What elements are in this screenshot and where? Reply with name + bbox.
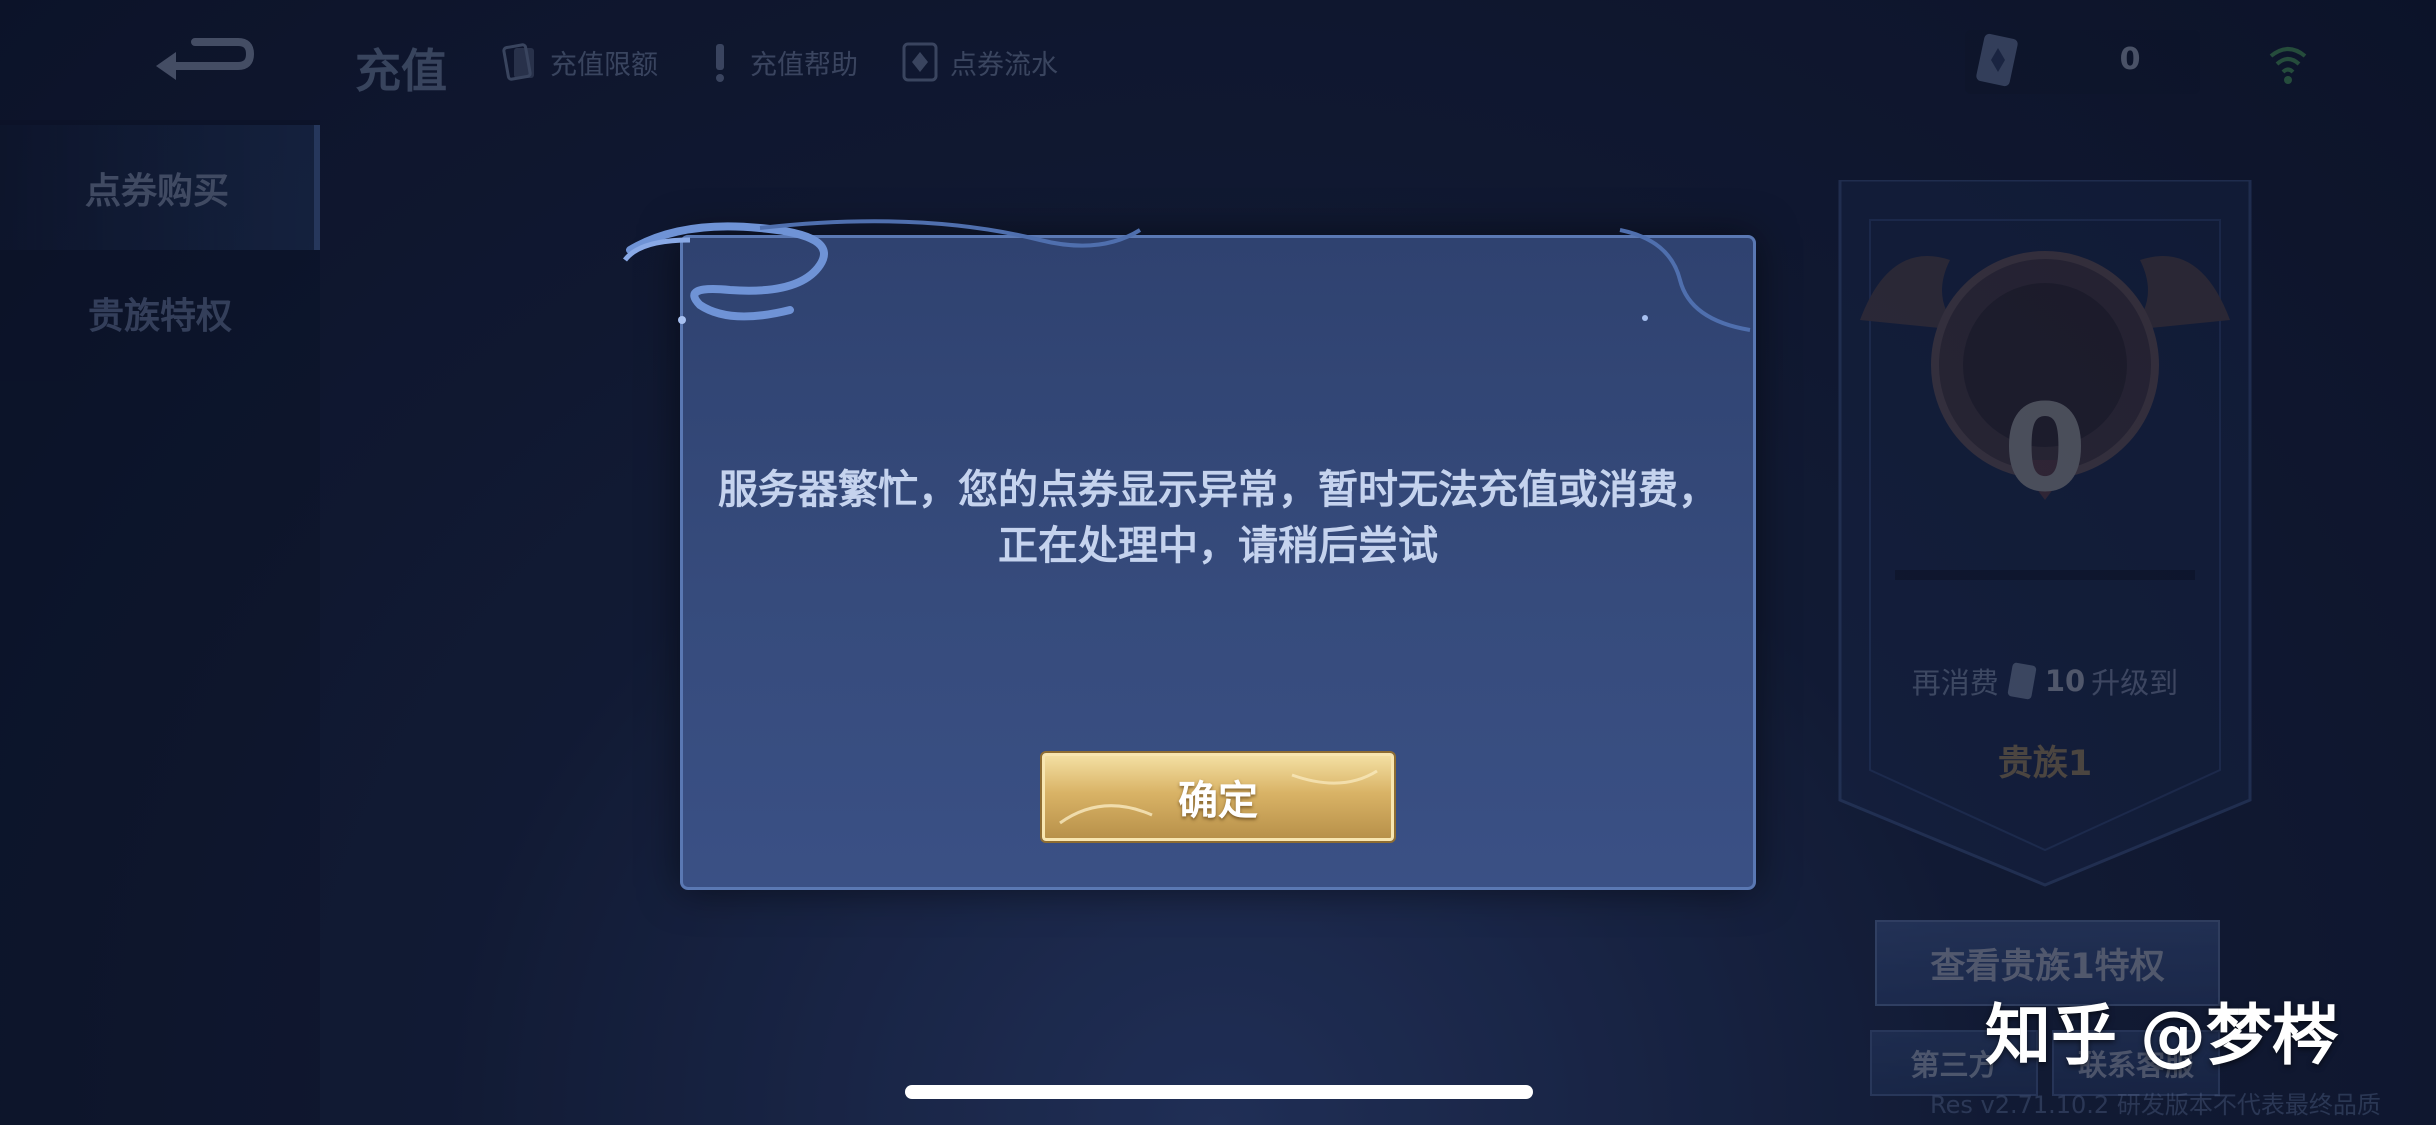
home-indicator[interactable] [905,1085,1533,1099]
watermark: 知乎 @梦梣 [1985,997,2338,1074]
confirm-button[interactable]: 确定 [1042,753,1394,841]
dialog-message: 服务器繁忙，您的点券显示异常，暂时无法充值或消费，正在处理中，请稍后尝试 [718,467,1718,569]
recharge-screen: 充值 充值限额 充值帮助 点券流水 0 点券购买 贵族特权 0 再消费 10 升… [0,0,2436,1125]
